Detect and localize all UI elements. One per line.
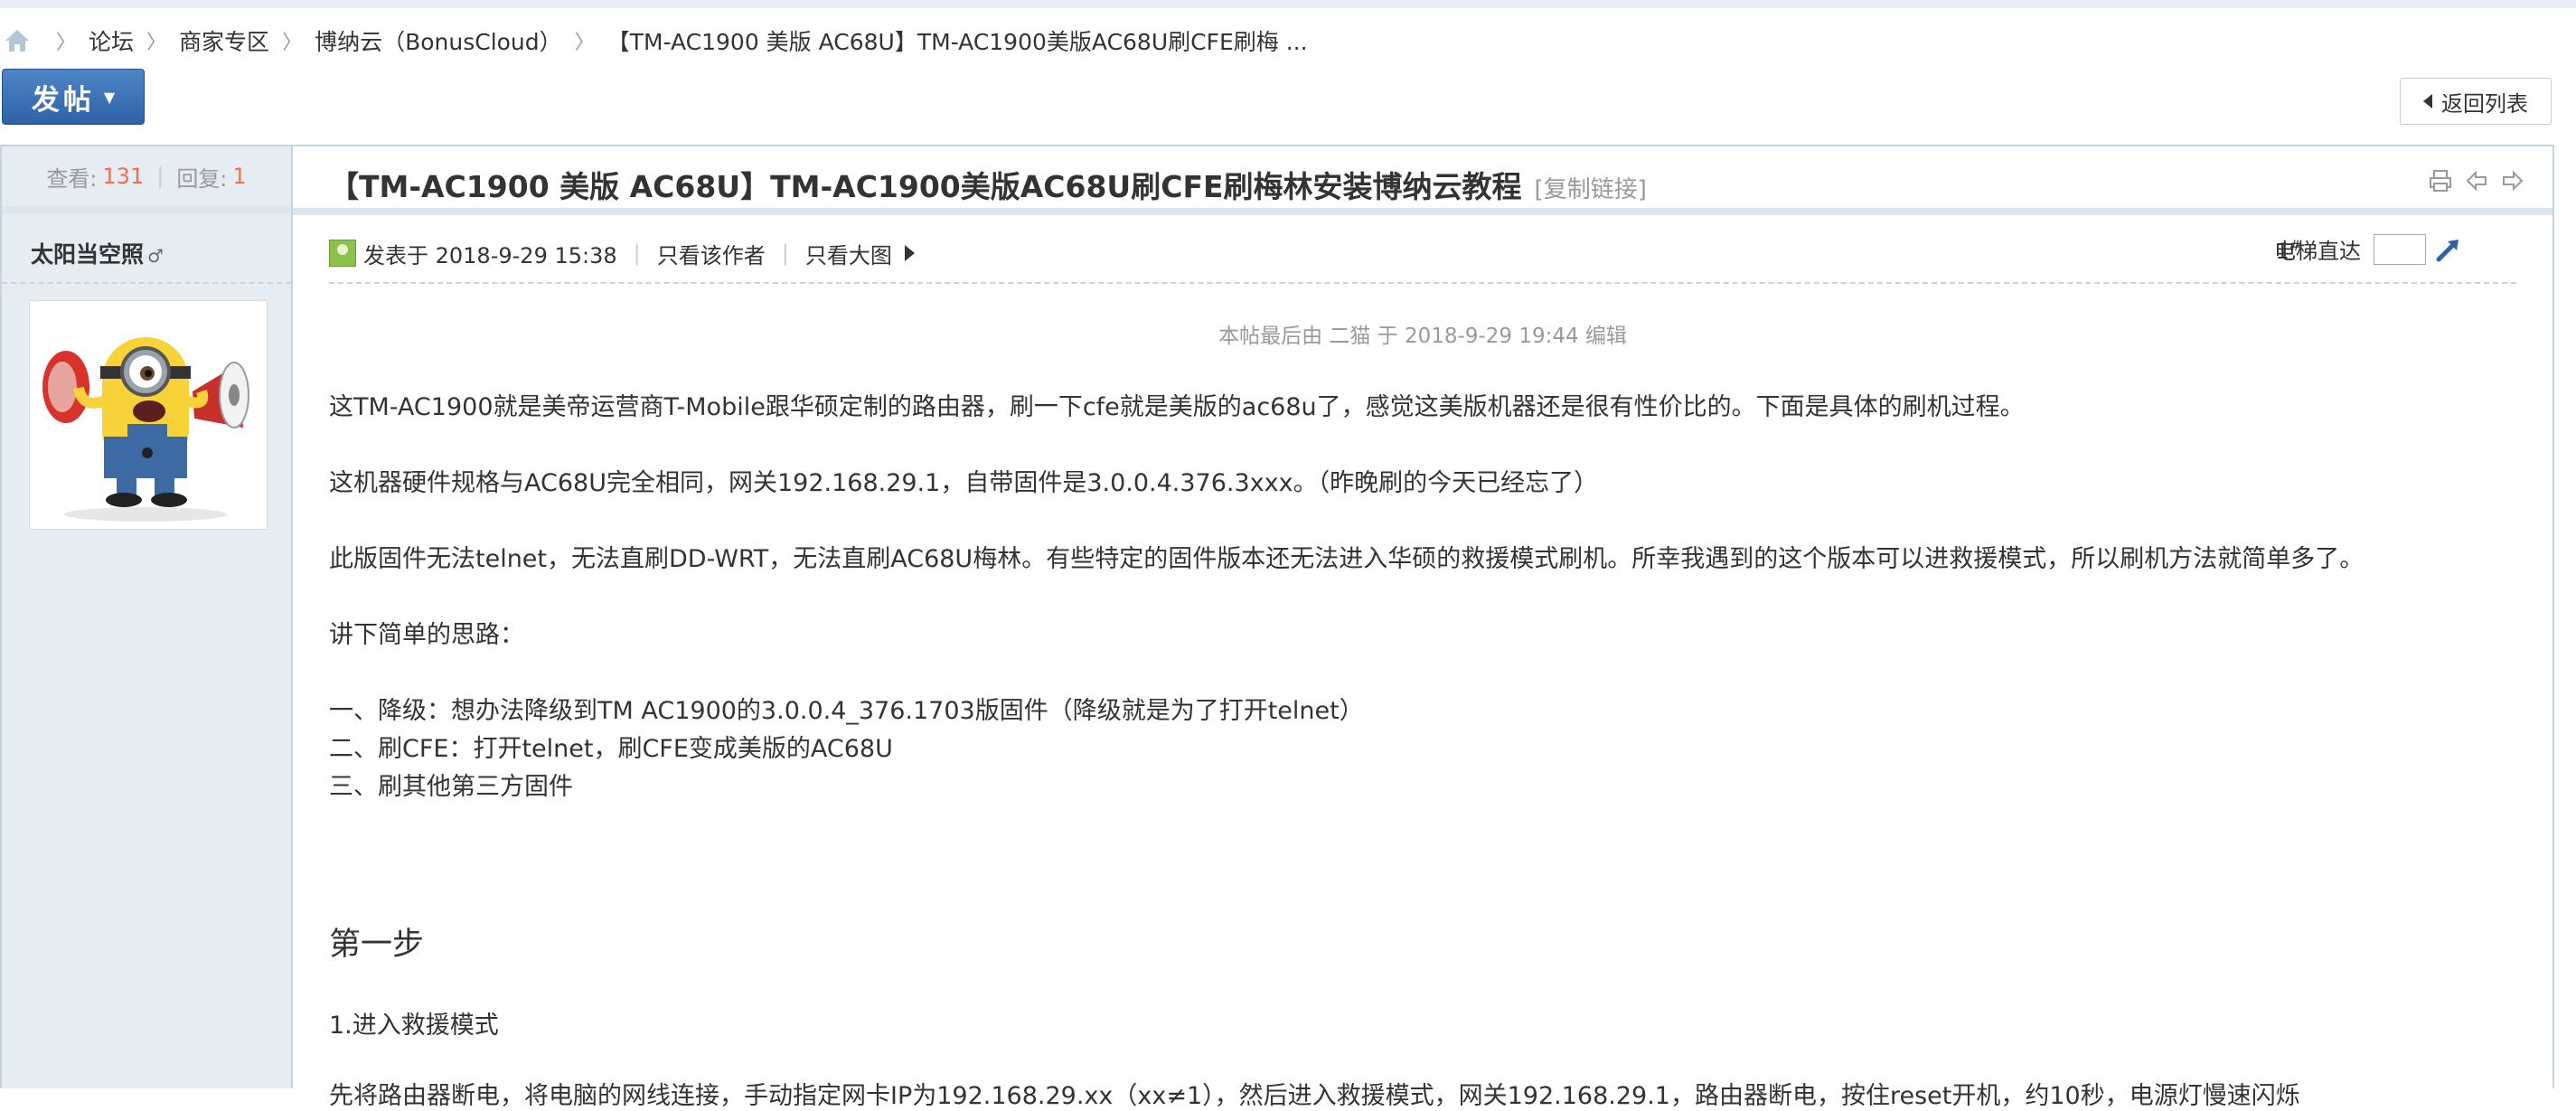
breadcrumb-separator: 〉 <box>282 32 303 54</box>
author-name-link[interactable]: 太阳当空照 ♂ <box>31 237 164 269</box>
new-post-button[interactable]: 发帖 ▼ <box>2 69 145 125</box>
replies-count: 1 <box>232 164 247 189</box>
posted-at: 发表于 2018-9-29 15:38 <box>363 242 617 268</box>
step-heading: 第一步 <box>329 927 425 963</box>
avatar[interactable] <box>29 300 268 530</box>
go-arrow-icon[interactable] <box>2435 236 2462 263</box>
elevator-floor-input[interactable] <box>2374 233 2426 265</box>
online-status-icon <box>329 240 356 267</box>
author-sidebar: 查看: 131 | 回复: 1 太阳当空照 ♂ <box>2 146 293 1088</box>
thread-stats: 查看: 131 | 回复: 1 <box>2 146 291 213</box>
home-icon[interactable] <box>4 27 31 54</box>
post-paragraph: 一、降级：想办法降级到TM AC1900的3.0.0.4_376.1703版固件… <box>329 697 1364 725</box>
post-paragraph: 三、刷其他第三方固件 <box>329 773 573 801</box>
breadcrumb-forum[interactable]: 论坛 <box>89 24 134 57</box>
only-author-link[interactable]: 只看该作者 <box>657 238 766 269</box>
title-actions <box>2428 168 2525 193</box>
new-post-label: 发帖 <box>31 83 95 117</box>
breadcrumb-merchant-zone[interactable]: 商家专区 <box>179 24 269 57</box>
arrow-left-icon <box>2423 94 2432 108</box>
print-icon[interactable] <box>2428 168 2453 193</box>
stats-divider: | <box>156 164 165 189</box>
thread-title-bar: 【TM-AC1900 美版 AC68U】TM-AC1900美版AC68U刷CFE… <box>293 146 2552 215</box>
back-to-list-button[interactable]: 返回列表 <box>2400 78 2552 125</box>
edit-note: 本帖最后由 二猫 于 2018-9-29 19:44 编辑 <box>1218 325 1627 348</box>
author-name: 太阳当空照 <box>31 241 145 268</box>
replies-label: 回复: <box>176 165 228 192</box>
meta-divider: | <box>781 240 789 266</box>
post-paragraph: 讲下简单的思路： <box>329 621 524 649</box>
breadcrumb-separator: 〉 <box>56 32 77 54</box>
elevator-label: 电梯直达 <box>2274 239 2361 264</box>
views-label: 查看: <box>46 165 98 192</box>
play-icon <box>904 245 915 261</box>
meta-divider-line <box>329 282 2516 284</box>
post-paragraph: 二、刷CFE：打开telnet，刷CFE变成美版的AC68U <box>329 735 893 763</box>
previous-thread-icon[interactable] <box>2464 168 2489 193</box>
sidebar-divider <box>2 282 291 284</box>
copy-link[interactable]: [复制链接] <box>1535 176 1647 203</box>
post-paragraph: 这TM-AC1900就是美帝运营商T-Mobile跟华硕定制的路由器，刷一下cf… <box>329 393 2025 421</box>
meta-divider: | <box>633 240 641 266</box>
thread-title-text: 【TM-AC1900 美版 AC68U】TM-AC1900美版AC68U刷CFE… <box>329 169 1522 204</box>
thread-title: 【TM-AC1900 美版 AC68U】TM-AC1900美版AC68U刷CFE… <box>329 163 1647 206</box>
top-strip <box>0 0 2576 8</box>
next-thread-icon[interactable] <box>2500 168 2525 193</box>
post-meta-row: 发表于 2018-9-29 15:38 | 只看该作者 | 只看大图 1# 电梯… <box>329 233 2516 273</box>
only-large-image-link[interactable]: 只看大图 <box>805 238 892 269</box>
elevator-jump: 电梯直达 <box>2274 233 2462 265</box>
gender-icon: ♂ <box>147 245 164 267</box>
post-paragraph: 先将路由器断电，将电脑的网线连接，手动指定网卡IP为192.168.29.xx（… <box>329 1082 2300 1110</box>
minion-avatar-image <box>42 337 249 522</box>
breadcrumb-bonuscloud[interactable]: 博纳云（BonusCloud） <box>315 24 562 57</box>
step-subheading: 1.进入救援模式 <box>329 1012 499 1040</box>
chevron-down-icon: ▼ <box>103 88 116 106</box>
breadcrumb: 〉 论坛 〉 商家专区 〉 博纳云（BonusCloud） 〉 【TM-AC19… <box>0 20 1308 61</box>
views-count: 131 <box>102 164 145 189</box>
back-to-list-label: 返回列表 <box>2441 90 2528 117</box>
post-paragraph: 这机器硬件规格与AC68U完全相同，网关192.168.29.1，自带固件是3.… <box>329 469 1599 497</box>
breadcrumb-separator: 〉 <box>574 32 595 54</box>
post-paragraph: 此版固件无法telnet，无法直刷DD-WRT，无法直刷AC68U梅林。有些特定… <box>329 545 2364 573</box>
breadcrumb-thread[interactable]: 【TM-AC1900 美版 AC68U】TM-AC1900美版AC68U刷CFE… <box>607 24 1308 57</box>
breadcrumb-separator: 〉 <box>146 32 167 54</box>
